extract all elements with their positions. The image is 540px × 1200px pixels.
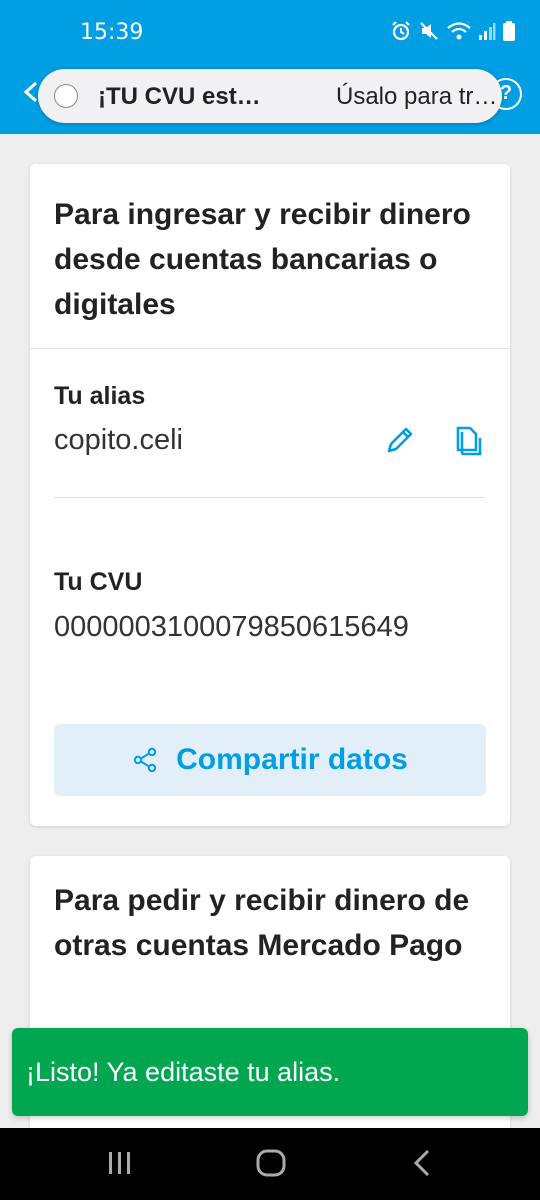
- alias-label: Tu alias: [54, 382, 146, 410]
- app-header: 15:39 ? ¡TU CVU est… Úsalo para tr…: [0, 0, 540, 134]
- status-bar: 15:39: [0, 0, 540, 66]
- card-title: Para pedir y recibir dinero de otras cue…: [54, 884, 470, 962]
- wifi-icon: [447, 22, 471, 40]
- home-icon[interactable]: [255, 1146, 287, 1180]
- divider: [30, 348, 510, 349]
- back-nav-icon[interactable]: [410, 1146, 434, 1180]
- alarm-icon: [392, 21, 410, 41]
- status-time: 15:39: [80, 20, 144, 45]
- mute-icon: [420, 22, 438, 40]
- alias-value: copito.celi: [54, 424, 183, 456]
- app-notification-icon: [54, 84, 78, 108]
- success-toast: ¡Listo! Ya editaste tu alias.: [12, 1028, 528, 1116]
- copy-icon[interactable]: [450, 422, 486, 458]
- notification-body: Úsalo para tr…: [336, 83, 498, 110]
- cvu-label: Tu CVU: [54, 568, 143, 596]
- share-data-button[interactable]: Compartir datos: [54, 724, 486, 796]
- edit-pencil-icon[interactable]: [382, 422, 418, 458]
- status-icons: [390, 20, 516, 42]
- card-title: Para ingresar y recibir dinero desde cue…: [54, 198, 471, 321]
- battery-icon: [503, 21, 515, 41]
- system-nav-bar: [0, 1128, 540, 1200]
- notification-title: ¡TU CVU est…: [98, 83, 261, 110]
- share-icon: [133, 747, 157, 773]
- divider: [54, 497, 486, 498]
- heads-up-notification[interactable]: ¡TU CVU est… Úsalo para tr…: [38, 69, 502, 123]
- share-button-label: Compartir datos: [176, 743, 408, 776]
- bank-transfer-card: Para ingresar y recibir dinero desde cue…: [30, 164, 510, 826]
- cvu-value: 0000003100079850615649: [54, 611, 409, 643]
- recent-apps-icon[interactable]: [106, 1146, 134, 1180]
- signal-icon: [479, 23, 496, 40]
